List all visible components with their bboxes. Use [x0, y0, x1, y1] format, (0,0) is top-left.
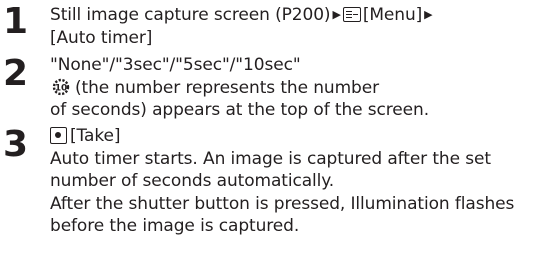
arrow-right-icon: ▶ [424, 8, 433, 21]
svg-text:10: 10 [55, 83, 67, 93]
desc-line: number of seconds automatically. [50, 171, 335, 191]
desc-line: After the shutter button is pressed, Ill… [50, 193, 515, 214]
step-body: "None"/"3sec"/"5sec"/"10sec" 10 (the numb… [50, 54, 550, 122]
step-body: Still image capture screen (P200) ▶ [Menu]… [50, 4, 550, 49]
step-number: 3 [3, 124, 29, 165]
step-number: 2 [3, 53, 29, 94]
menu-key-label: [Menu] [362, 5, 423, 25]
step-number: 1 [3, 1, 29, 42]
auto-timer-instructions: 1 Still image capture screen (P200) ▶ [Men… [0, 0, 550, 258]
take-line: [Take] [50, 125, 550, 148]
center-key-icon [50, 127, 67, 144]
screen-name: Still image capture screen (P200) [50, 5, 331, 25]
auto-timer-icon: 10 [52, 78, 70, 95]
menu-item: [Auto timer] [50, 27, 153, 48]
step-body: [Take] Auto timer starts. An image is ca… [50, 125, 550, 238]
desc-line: before the image is captured. [50, 216, 300, 236]
take-label: [Take] [70, 126, 121, 146]
timer-options: "None"/"3sec"/"5sec"/"10sec" [50, 55, 301, 75]
arrow-right-icon: ▶ [332, 8, 341, 21]
menu-key-icon [342, 7, 361, 22]
icon-desc-line-2: of seconds) appears at the top of the sc… [50, 100, 429, 120]
desc-line: Auto timer starts. An image is captured … [50, 148, 491, 169]
icon-desc-line-1: 10 (the number represents the number [50, 77, 550, 100]
menu-path-line: Still image capture screen (P200) ▶ [Menu]… [50, 4, 550, 27]
